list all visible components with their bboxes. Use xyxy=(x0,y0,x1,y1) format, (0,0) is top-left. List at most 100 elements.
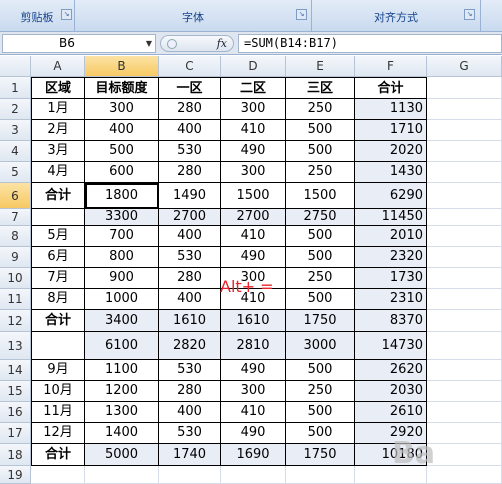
cell-b5[interactable]: 600 xyxy=(85,162,159,183)
cell-b10[interactable]: 900 xyxy=(85,268,159,289)
cell-g5[interactable] xyxy=(427,162,502,183)
cell-c16[interactable]: 400 xyxy=(159,402,221,423)
cell-e9[interactable]: 500 xyxy=(286,247,355,268)
row-header-11[interactable]: 11 xyxy=(0,289,31,310)
cell-e2[interactable]: 250 xyxy=(286,99,355,120)
cell-e10[interactable]: 250 xyxy=(286,268,355,289)
cell-g16[interactable] xyxy=(427,402,502,423)
cell-f5[interactable]: 1430 xyxy=(355,162,427,183)
cell-c2[interactable]: 280 xyxy=(159,99,221,120)
cell-a13[interactable] xyxy=(31,332,85,360)
cell-d6[interactable]: 1500 xyxy=(221,183,286,209)
name-box[interactable]: B6 ▼ xyxy=(2,34,156,53)
cell-b7[interactable]: 3300 xyxy=(85,209,159,226)
cell-g1[interactable] xyxy=(427,77,502,99)
row-header-2[interactable]: 2 xyxy=(0,99,31,120)
column-header-d[interactable]: D xyxy=(221,56,286,77)
cell-d4[interactable]: 490 xyxy=(221,141,286,162)
cell-g10[interactable] xyxy=(427,268,502,289)
column-header-a[interactable]: A xyxy=(31,56,85,77)
cell-e14[interactable]: 500 xyxy=(286,360,355,381)
cell-e4[interactable]: 500 xyxy=(286,141,355,162)
row-header-17[interactable]: 17 xyxy=(0,423,31,444)
fx-icon[interactable]: fx xyxy=(217,36,227,51)
column-header-c[interactable]: C xyxy=(159,56,221,77)
column-header-b[interactable]: B xyxy=(85,56,159,77)
row-header-9[interactable]: 9 xyxy=(0,247,31,268)
cell-d18[interactable]: 1690 xyxy=(221,444,286,466)
cell-f10[interactable]: 1730 xyxy=(355,268,427,289)
row-header-12[interactable]: 12 xyxy=(0,310,31,332)
cell-a15[interactable]: 10月 xyxy=(31,381,85,402)
expand-icon[interactable] xyxy=(167,39,177,49)
clipboard-launcher-icon[interactable]: ↘ xyxy=(61,9,72,20)
cell-d3[interactable]: 410 xyxy=(221,120,286,141)
cell-b13[interactable]: 6100 xyxy=(85,332,159,360)
cell-a12[interactable]: 合计 xyxy=(31,310,85,332)
cell-g14[interactable] xyxy=(427,360,502,381)
cell-e7[interactable]: 2750 xyxy=(286,209,355,226)
row-header-10[interactable]: 10 xyxy=(0,268,31,289)
cell-c7[interactable]: 2700 xyxy=(159,209,221,226)
cell-d14[interactable]: 490 xyxy=(221,360,286,381)
row-header-6[interactable]: 6 xyxy=(0,183,31,209)
cell-a19[interactable] xyxy=(31,466,85,484)
cell-g6[interactable] xyxy=(427,183,502,209)
column-header-e[interactable]: E xyxy=(286,56,355,77)
cell-b12[interactable]: 3400 xyxy=(85,310,159,332)
cell-d13[interactable]: 2810 xyxy=(221,332,286,360)
cell-a5[interactable]: 4月 xyxy=(31,162,85,183)
cell-f2[interactable]: 1130 xyxy=(355,99,427,120)
cell-c12[interactable]: 1610 xyxy=(159,310,221,332)
cell-e5[interactable]: 250 xyxy=(286,162,355,183)
cell-g13[interactable] xyxy=(427,332,502,360)
row-header-13[interactable]: 13 xyxy=(0,332,31,360)
cell-a14[interactable]: 9月 xyxy=(31,360,85,381)
row-header-1[interactable]: 1 xyxy=(0,77,31,99)
cell-f6[interactable]: 6290 xyxy=(355,183,427,209)
cell-c8[interactable]: 400 xyxy=(159,226,221,247)
cell-b15[interactable]: 1200 xyxy=(85,381,159,402)
cell-g7[interactable] xyxy=(427,209,502,226)
cell-g4[interactable] xyxy=(427,141,502,162)
cell-c6[interactable]: 1490 xyxy=(159,183,221,209)
cell-e12[interactable]: 1750 xyxy=(286,310,355,332)
cell-a6[interactable]: 合计 xyxy=(31,183,85,209)
cell-d7[interactable]: 2700 xyxy=(221,209,286,226)
chevron-down-icon[interactable]: ▼ xyxy=(146,35,152,52)
cell-a1[interactable]: 区域 xyxy=(31,77,85,99)
formula-input[interactable]: =SUM(B14:B17) xyxy=(238,34,502,53)
cell-e3[interactable]: 500 xyxy=(286,120,355,141)
cell-a11[interactable]: 8月 xyxy=(31,289,85,310)
cell-a17[interactable]: 12月 xyxy=(31,423,85,444)
cell-d16[interactable]: 410 xyxy=(221,402,286,423)
row-header-5[interactable]: 5 xyxy=(0,162,31,183)
cell-d19[interactable] xyxy=(221,466,286,484)
cell-b11[interactable]: 1000 xyxy=(85,289,159,310)
cell-b16[interactable]: 1300 xyxy=(85,402,159,423)
cell-b18[interactable]: 5000 xyxy=(85,444,159,466)
cell-c15[interactable]: 280 xyxy=(159,381,221,402)
cell-e18[interactable]: 1750 xyxy=(286,444,355,466)
cell-e16[interactable]: 500 xyxy=(286,402,355,423)
insert-function-control[interactable]: fx xyxy=(160,35,234,52)
column-header-f[interactable]: F xyxy=(355,56,427,77)
cell-c11[interactable]: 400 xyxy=(159,289,221,310)
cell-g9[interactable] xyxy=(427,247,502,268)
cell-b19[interactable] xyxy=(85,466,159,484)
cell-g12[interactable] xyxy=(427,310,502,332)
cell-f3[interactable]: 1710 xyxy=(355,120,427,141)
cell-a10[interactable]: 7月 xyxy=(31,268,85,289)
cell-e17[interactable]: 500 xyxy=(286,423,355,444)
cell-c1[interactable]: 一区 xyxy=(159,77,221,99)
cell-d2[interactable]: 300 xyxy=(221,99,286,120)
cell-b6[interactable]: 1800 xyxy=(85,183,159,209)
cell-g2[interactable] xyxy=(427,99,502,120)
cell-b14[interactable]: 1100 xyxy=(85,360,159,381)
column-header-g[interactable]: G xyxy=(427,56,502,77)
cell-f4[interactable]: 2020 xyxy=(355,141,427,162)
cell-a18[interactable]: 合计 xyxy=(31,444,85,466)
cell-f14[interactable]: 2620 xyxy=(355,360,427,381)
cell-b1[interactable]: 目标额度 xyxy=(85,77,159,99)
cell-d1[interactable]: 二区 xyxy=(221,77,286,99)
